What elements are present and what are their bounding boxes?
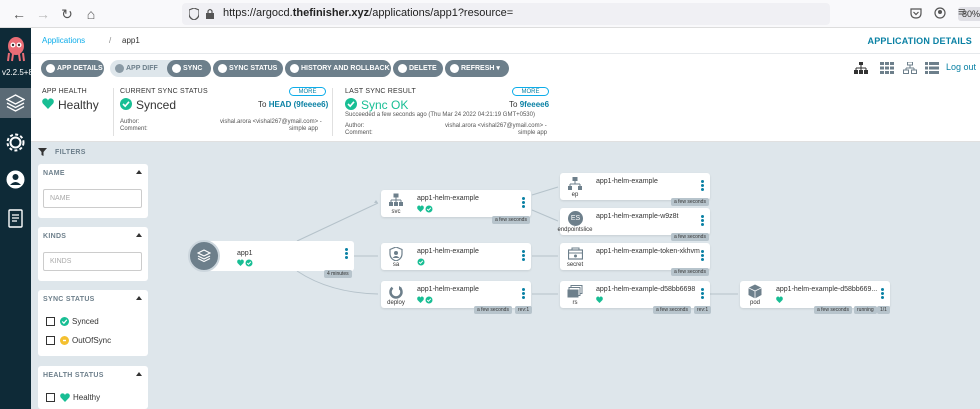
sa-name: app1-helm-example	[417, 248, 479, 255]
layers-icon	[197, 249, 211, 263]
rs-name: app1-helm-example-d58bb6698	[596, 286, 696, 293]
rs-rev-badge: rev:1	[694, 306, 712, 314]
pod-kind: pod	[749, 300, 760, 306]
endpointslice-badge-icon: ES	[568, 211, 583, 226]
health-sync-icons	[417, 205, 433, 213]
app-node-icon-circle	[188, 240, 220, 272]
pod-count-badge: 1/1	[877, 306, 890, 314]
svc-kind: svc	[391, 209, 401, 215]
deploy-rev-badge: rev:1	[515, 306, 533, 314]
deployment-icon	[389, 285, 403, 299]
secret-node[interactable]: secret app1-helm-example-token-xkhvm	[560, 243, 710, 270]
secret-menu-icon[interactable]	[701, 250, 704, 262]
service-account-icon	[389, 247, 403, 261]
pod-name: app1-helm-example-d58bb669...	[776, 286, 878, 293]
edge-arrow	[374, 200, 378, 203]
pod-cube-icon	[748, 284, 762, 299]
service-icon	[389, 193, 403, 206]
sa-node[interactable]: sa app1-helm-example	[381, 243, 531, 270]
endpointslice-age-badge: a few seconds	[671, 233, 709, 241]
ep-menu-icon[interactable]	[701, 180, 704, 192]
endpointslice-kind: endpointslice	[557, 227, 593, 233]
ep-name: app1-helm-example	[596, 178, 658, 185]
app-age-badge: 4 minutes	[324, 270, 352, 278]
pod-state-badge: running	[854, 306, 877, 314]
deploy-kind: deploy	[387, 300, 405, 306]
pod-node[interactable]: pod app1-helm-example-d58bb669...	[740, 281, 890, 308]
pod-menu-icon[interactable]	[881, 288, 884, 300]
svc-node[interactable]: svc app1-helm-example	[381, 190, 531, 217]
endpointslice-menu-icon[interactable]	[701, 215, 704, 227]
replicaset-icon	[567, 285, 583, 298]
deploy-menu-icon[interactable]	[522, 288, 525, 300]
rs-kind: rs	[572, 300, 578, 306]
deploy-age-badge: a few seconds	[474, 306, 512, 314]
rs-age-badge: a few seconds	[653, 306, 691, 314]
heart-icon	[776, 296, 783, 303]
endpointslice-node[interactable]: ES endpointslice app1-helm-example-w9z8t	[557, 208, 710, 235]
ep-age-badge: a few seconds	[671, 198, 709, 206]
rs-menu-icon[interactable]	[701, 288, 704, 300]
sa-menu-icon[interactable]	[522, 250, 525, 262]
endpointslice-name: app1-helm-example-w9z8t	[596, 213, 679, 220]
secret-name: app1-helm-example-token-xkhvm	[596, 248, 700, 255]
heart-icon	[596, 296, 603, 303]
health-sync-icons	[237, 259, 253, 267]
svc-name: app1-helm-example	[417, 195, 479, 202]
svc-age-badge: a few seconds	[492, 216, 530, 224]
svc-menu-icon[interactable]	[522, 197, 525, 209]
sa-kind: sa	[392, 262, 400, 268]
deploy-node[interactable]: deploy app1-helm-example	[381, 281, 531, 308]
endpoints-icon	[568, 177, 582, 190]
rs-node[interactable]: rs app1-helm-example-d58bb6698	[560, 281, 710, 308]
health-sync-icons	[417, 296, 433, 304]
deploy-name: app1-helm-example	[417, 286, 479, 293]
app-node-menu-icon[interactable]	[345, 248, 348, 260]
sync-check-icon	[417, 258, 425, 266]
ep-kind: ep	[571, 192, 579, 198]
app-node[interactable]: app1	[188, 240, 354, 272]
app-node-name: app1	[237, 250, 253, 257]
secret-age-badge: a few seconds	[671, 268, 709, 276]
ep-node[interactable]: ep app1-helm-example	[560, 173, 710, 200]
pod-age-badge: a few seconds	[814, 306, 852, 314]
secret-kind: secret	[566, 262, 584, 268]
secret-icon	[568, 247, 583, 260]
